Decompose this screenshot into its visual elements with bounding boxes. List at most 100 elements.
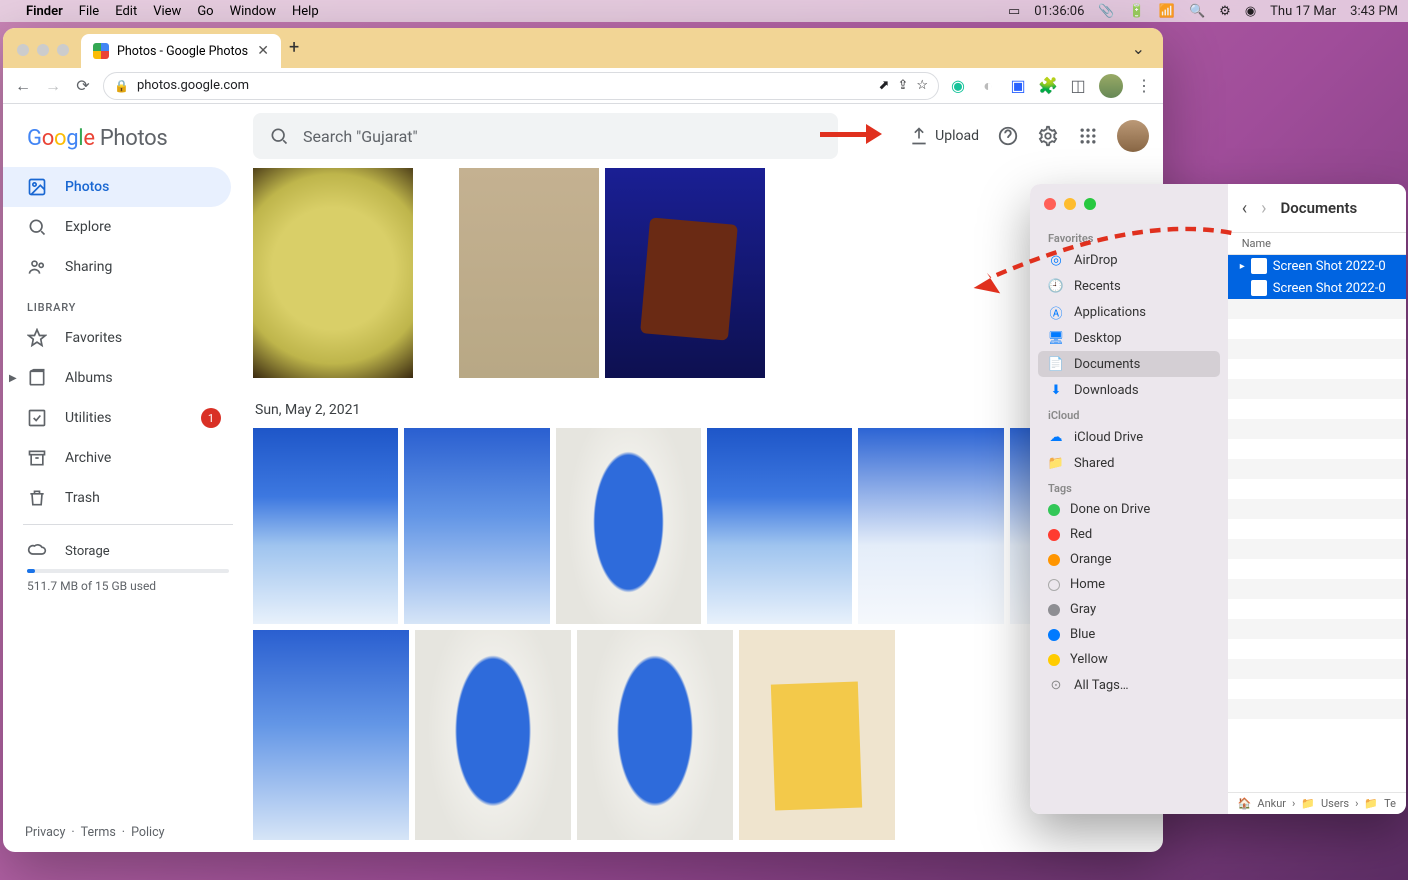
sidepanel-icon[interactable]: ◫ <box>1069 77 1087 95</box>
photo-thumbnail[interactable] <box>858 428 1003 624</box>
sidebar-item-airdrop[interactable]: ◎AirDrop <box>1038 247 1220 273</box>
tab-close-icon[interactable]: ✕ <box>257 43 269 59</box>
sidebar-item-applications[interactable]: ⒶApplications <box>1038 299 1220 325</box>
menu-view[interactable]: View <box>153 4 181 19</box>
finder-column-header-name[interactable]: Name <box>1228 232 1406 255</box>
star-icon[interactable]: ☆ <box>916 78 928 93</box>
menu-go[interactable]: Go <box>197 4 213 19</box>
google-photos-logo[interactable]: Google Photos <box>3 110 253 167</box>
sidebar-tag-red[interactable]: Red <box>1038 522 1220 547</box>
finder-forward-icon[interactable]: › <box>1261 198 1266 219</box>
search-bar[interactable]: Search "Gujarat" <box>253 113 838 159</box>
sidebar-footer: Privacy · Terms · Policy <box>3 813 253 852</box>
nav-archive[interactable]: Archive <box>3 438 231 478</box>
upload-button[interactable]: Upload <box>909 126 979 146</box>
google-photos-topbar: Search "Gujarat" Upload <box>253 104 1163 168</box>
photo-thumbnail[interactable] <box>459 168 599 378</box>
chrome-profile-avatar[interactable] <box>1099 74 1123 98</box>
sidebar-tag-yellow[interactable]: Yellow <box>1038 647 1220 672</box>
wifi-icon[interactable]: 📶 <box>1159 4 1175 19</box>
spotlight-icon[interactable]: 🔍 <box>1189 4 1205 19</box>
nav-forward-icon[interactable]: → <box>43 76 63 96</box>
sidebar-item-icloud-drive[interactable]: ☁iCloud Drive <box>1038 424 1220 450</box>
browser-tab[interactable]: Photos - Google Photos ✕ <box>81 34 281 68</box>
nav-sharing[interactable]: Sharing <box>3 247 231 287</box>
nav-reload-icon[interactable]: ⟳ <box>73 76 93 95</box>
photo-thumbnail[interactable] <box>577 630 733 840</box>
finder-path-bar[interactable]: 🏠Ankur› 📁Users› 📁Te <box>1228 792 1406 814</box>
sidebar-tag-done[interactable]: Done on Drive <box>1038 497 1220 522</box>
menubar-date[interactable]: Thu 17 Mar <box>1270 4 1336 19</box>
paperclip-icon[interactable]: 📎 <box>1098 4 1114 19</box>
apps-grid-icon[interactable] <box>1077 125 1099 147</box>
nav-back-icon[interactable]: ← <box>13 76 33 96</box>
window-zoom-button[interactable] <box>1084 198 1096 210</box>
extension-icon-2[interactable]: ◐ <box>979 77 997 95</box>
footer-terms[interactable]: Terms <box>81 825 116 840</box>
sidebar-tag-home[interactable]: Home <box>1038 572 1220 597</box>
footer-privacy[interactable]: Privacy <box>25 825 65 840</box>
finder-back-icon[interactable]: ‹ <box>1242 198 1247 219</box>
sidebar-tag-all[interactable]: ⊙All Tags… <box>1038 672 1220 698</box>
url-bar[interactable]: 🔒 photos.google.com ⬈ ⇪ ☆ <box>103 72 939 100</box>
nav-storage[interactable]: Storage 511.7 MB of 15 GB used <box>3 531 253 601</box>
nav-explore[interactable]: Explore <box>3 207 231 247</box>
sidebar-tag-gray[interactable]: Gray <box>1038 597 1220 622</box>
gear-icon[interactable] <box>1037 125 1059 147</box>
extension-icon-3[interactable]: ▣ <box>1009 77 1027 95</box>
tabs-dropdown-icon[interactable]: ⌄ <box>1132 39 1145 58</box>
menu-window[interactable]: Window <box>230 4 276 19</box>
chevron-right-icon[interactable]: ▶ <box>9 373 17 384</box>
photo-thumbnail[interactable] <box>415 630 571 840</box>
finder-file-row[interactable]: ▸Screen Shot 2022-0 <box>1228 255 1406 277</box>
window-close-button[interactable] <box>1044 198 1056 210</box>
photo-thumbnail[interactable] <box>556 428 701 624</box>
siri-icon[interactable]: ◉ <box>1245 4 1256 19</box>
window-close-button[interactable] <box>17 44 29 56</box>
album-icon <box>27 368 47 388</box>
sidebar-item-documents[interactable]: 📄Documents <box>1038 351 1220 377</box>
lock-icon: 🔒 <box>114 79 129 93</box>
photo-thumbnail[interactable] <box>605 168 765 378</box>
menubar-clock-extra[interactable]: 01:36:06 <box>1034 4 1084 19</box>
extensions-puzzle-icon[interactable]: 🧩 <box>1039 77 1057 95</box>
photo-thumbnail[interactable] <box>404 428 549 624</box>
nav-favorites[interactable]: Favorites <box>3 318 231 358</box>
sidebar-item-downloads[interactable]: ⬇Downloads <box>1038 377 1220 403</box>
photo-thumbnail[interactable] <box>253 630 409 840</box>
window-minimize-button[interactable] <box>1064 198 1076 210</box>
footer-policy[interactable]: Policy <box>131 825 164 840</box>
menubar-time[interactable]: 3:43 PM <box>1350 4 1398 19</box>
sidebar-tag-blue[interactable]: Blue <box>1038 622 1220 647</box>
window-minimize-button[interactable] <box>37 44 49 56</box>
share-icon[interactable]: ⇪ <box>897 78 908 93</box>
menu-file[interactable]: File <box>79 4 99 19</box>
screenmirror-icon[interactable]: ▭ <box>1008 4 1020 19</box>
open-external-icon[interactable]: ⬈ <box>879 78 890 93</box>
tag-dot-icon <box>1048 604 1060 616</box>
photo-thumbnail[interactable] <box>707 428 852 624</box>
nav-utilities[interactable]: Utilities 1 <box>3 398 231 438</box>
photo-thumbnail[interactable] <box>253 428 398 624</box>
account-avatar[interactable] <box>1117 120 1149 152</box>
extension-grammarly-icon[interactable]: ◉ <box>949 77 967 95</box>
sidebar-tag-orange[interactable]: Orange <box>1038 547 1220 572</box>
nav-trash[interactable]: Trash <box>3 478 231 518</box>
nav-albums[interactable]: ▶ Albums <box>3 358 231 398</box>
new-tab-button[interactable]: + <box>289 37 299 58</box>
window-zoom-button[interactable] <box>57 44 69 56</box>
sidebar-item-desktop[interactable]: 🖥Desktop <box>1038 325 1220 351</box>
photo-thumbnail[interactable] <box>739 630 895 840</box>
nav-photos[interactable]: Photos <box>3 167 231 207</box>
battery-icon[interactable]: 🔋 <box>1129 4 1145 19</box>
chrome-menu-icon[interactable]: ⋮ <box>1135 77 1153 95</box>
sidebar-item-shared[interactable]: 📁Shared <box>1038 450 1220 476</box>
menubar-app-name[interactable]: Finder <box>26 4 63 19</box>
menu-help[interactable]: Help <box>292 4 319 19</box>
control-center-icon[interactable]: ⚙ <box>1219 4 1231 19</box>
sidebar-item-recents[interactable]: 🕘Recents <box>1038 273 1220 299</box>
finder-file-row[interactable]: ▸Screen Shot 2022-0 <box>1228 277 1406 299</box>
help-icon[interactable] <box>997 125 1019 147</box>
photo-thumbnail[interactable] <box>253 168 413 378</box>
menu-edit[interactable]: Edit <box>115 4 137 19</box>
